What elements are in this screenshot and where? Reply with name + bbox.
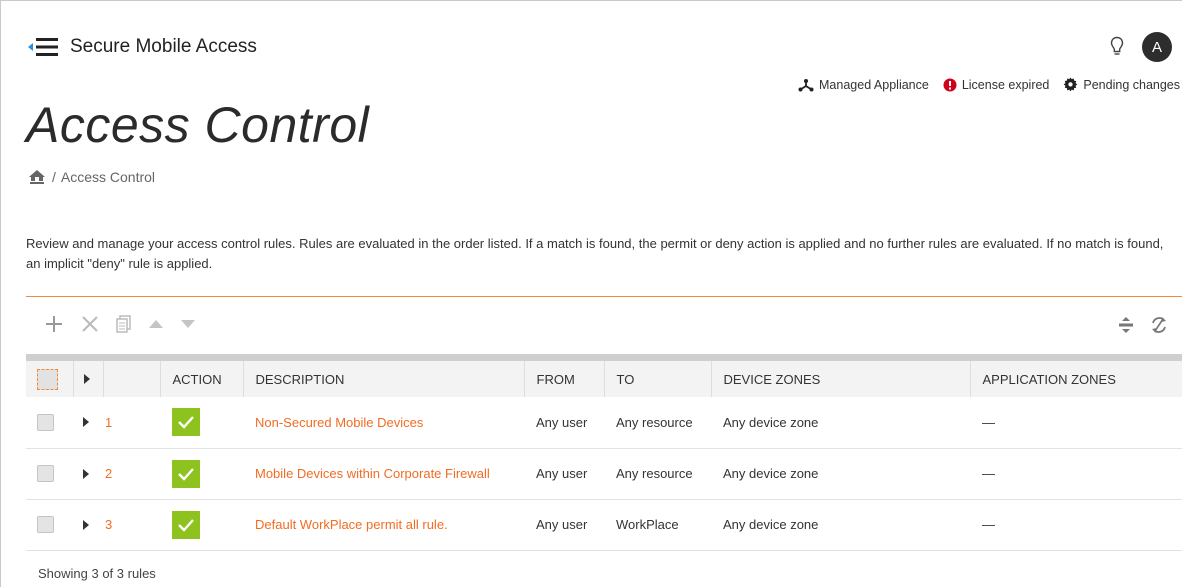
copy-rule-button[interactable] — [116, 315, 132, 333]
network-node-icon — [798, 78, 814, 91]
header-application-zones[interactable]: APPLICATION ZONES — [970, 361, 1182, 397]
permit-check-icon — [172, 408, 200, 437]
select-all-checkbox[interactable] — [37, 368, 58, 390]
rule-number: 3 — [105, 517, 113, 532]
table-top-border — [26, 354, 1182, 361]
permit-check-icon — [172, 459, 200, 488]
breadcrumb-separator: / — [52, 169, 56, 185]
add-rule-button[interactable] — [44, 314, 64, 334]
rule-number: 2 — [105, 466, 113, 481]
refresh-icon — [1152, 317, 1166, 333]
rule-to: Any resource — [616, 466, 693, 481]
row-checkbox[interactable] — [37, 516, 54, 533]
rule-number: 1 — [105, 414, 113, 430]
copy-icon — [116, 315, 131, 333]
breadcrumb: / Access Control — [28, 169, 155, 185]
section-divider — [26, 296, 1182, 297]
header-device-zones[interactable]: DEVICE ZONES — [711, 361, 971, 397]
header-description[interactable]: DESCRIPTION — [243, 361, 525, 397]
rule-description-link[interactable]: Mobile Devices within Corporate Firewall — [255, 466, 490, 481]
rule-from: Any user — [536, 466, 588, 481]
expand-all-button[interactable] — [1118, 316, 1134, 334]
rule-application-zones: — — [982, 414, 995, 430]
access-rules-table: ACTION DESCRIPTION FROM TO DEVICE ZONES … — [26, 361, 1182, 551]
header-action[interactable]: ACTION — [160, 361, 244, 397]
permit-check-icon — [172, 510, 200, 539]
page-description: Review and manage your access control ru… — [26, 236, 1164, 271]
rule-to: Any resource — [616, 414, 693, 430]
expand-all-caret-icon[interactable] — [83, 374, 90, 384]
app-header: Secure Mobile Access — [28, 34, 257, 60]
window-border-top — [0, 0, 1182, 1]
rule-from: Any user — [536, 414, 588, 430]
error-icon — [943, 78, 957, 91]
home-icon[interactable] — [28, 169, 46, 185]
rule-description-link[interactable]: Default WorkPlace permit all rule. — [255, 517, 448, 532]
table-row[interactable]: 2 Mobile Devices within Corporate Firewa… — [26, 448, 1182, 499]
row-checkbox[interactable] — [37, 465, 54, 482]
license-status-label: License expired — [961, 77, 1050, 92]
gear-icon — [1064, 77, 1078, 92]
header-from[interactable]: FROM — [524, 361, 605, 397]
lightbulb-icon[interactable] — [1110, 36, 1124, 58]
breadcrumb-current: Access Control — [60, 169, 156, 185]
close-icon — [82, 316, 98, 332]
header-to[interactable]: TO — [604, 361, 712, 397]
rule-device-zones: Any device zone — [723, 414, 819, 430]
table-row[interactable]: 3 Default WorkPlace permit all rule. Any… — [26, 499, 1182, 550]
table-row[interactable]: 1 Non-Secured Mobile Devices Any user An… — [26, 397, 1182, 448]
expand-header — [73, 361, 104, 397]
window-border-left — [0, 0, 1, 587]
rule-application-zones: — — [982, 517, 995, 532]
refresh-button[interactable] — [1150, 316, 1168, 334]
triangle-down-icon — [181, 320, 195, 328]
appliance-status-bar: Managed Appliance License expired Pendin… — [784, 77, 1180, 92]
select-all-header — [26, 361, 74, 397]
managed-appliance-label: Managed Appliance — [819, 77, 929, 92]
page-title: Access Control — [26, 97, 370, 153]
rule-application-zones: — — [982, 466, 995, 481]
rule-device-zones: Any device zone — [723, 517, 819, 532]
menu-toggle-icon[interactable] — [28, 37, 60, 57]
user-avatar[interactable]: A — [1142, 32, 1172, 62]
table-toolbar-right — [1102, 316, 1168, 334]
move-up-button[interactable] — [148, 319, 164, 329]
row-checkbox[interactable] — [37, 413, 54, 431]
plus-icon — [46, 316, 62, 332]
pending-changes-status[interactable]: Pending changes — [1063, 77, 1180, 92]
rule-to: WorkPlace — [616, 517, 679, 532]
move-down-button[interactable] — [180, 319, 196, 329]
rule-from: Any user — [536, 517, 588, 532]
managed-appliance-status[interactable]: Managed Appliance — [798, 78, 929, 92]
license-status[interactable]: License expired — [943, 77, 1050, 92]
expand-arrows-icon — [1119, 317, 1133, 333]
expand-row-caret-icon[interactable] — [83, 417, 89, 428]
table-header-row: ACTION DESCRIPTION FROM TO DEVICE ZONES … — [26, 361, 1182, 397]
rule-number-header — [103, 361, 161, 397]
triangle-up-icon — [149, 320, 163, 328]
pending-changes-label: Pending changes — [1083, 77, 1180, 92]
rule-device-zones: Any device zone — [723, 466, 819, 481]
rule-toolbar — [44, 314, 212, 334]
delete-rule-button[interactable] — [80, 314, 100, 334]
rule-description-link[interactable]: Non-Secured Mobile Devices — [255, 415, 423, 430]
expand-row-caret-icon[interactable] — [83, 519, 89, 530]
expand-row-caret-icon[interactable] — [83, 468, 89, 479]
table-footer-count: Showing 3 of 3 rules — [38, 566, 156, 581]
app-title: Secure Mobile Access — [70, 36, 257, 57]
header-actions: A — [1110, 32, 1172, 62]
